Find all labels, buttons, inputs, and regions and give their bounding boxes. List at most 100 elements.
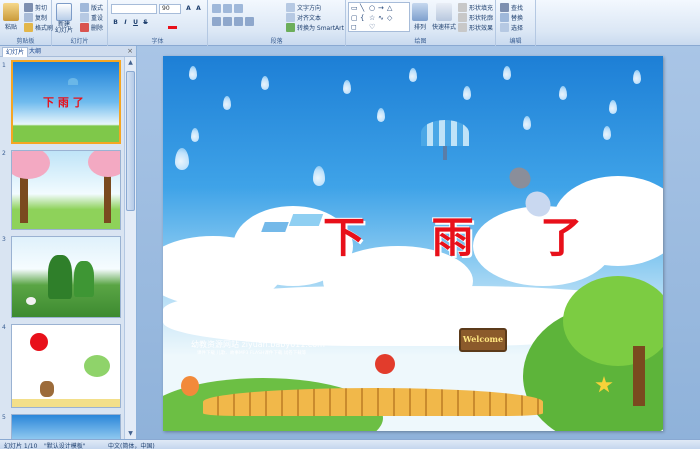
tree-trunk-icon — [20, 173, 28, 223]
format-painter-button[interactable]: 格式刷 — [24, 23, 53, 32]
tree-trunk-icon — [633, 346, 645, 406]
heart-balloon-icon — [505, 163, 535, 193]
strike-button[interactable]: S — [141, 18, 150, 27]
cut-button[interactable]: 剪切 — [24, 3, 47, 12]
bullets-button[interactable] — [212, 4, 243, 13]
shape-star-icon[interactable]: ☆ — [369, 14, 375, 22]
tree-icon — [48, 255, 72, 299]
outline-pen-icon — [458, 13, 467, 22]
shapes-gallery[interactable]: ▭ ╲ ○ → △ ▢ { ☆ ∿ ◇ ◻ ♡ — [348, 2, 410, 32]
shape-diamond-icon[interactable]: ◇ — [387, 14, 392, 22]
thumbnail-scrollbar[interactable]: ▲ ▼ — [124, 57, 136, 439]
delete-slide-button[interactable]: 删除 — [80, 23, 103, 32]
quick-styles-button[interactable]: 快速样式 — [432, 3, 456, 31]
grass-icon — [13, 126, 119, 142]
balloon-icon — [84, 355, 110, 377]
status-bar: 幻灯片 1/10 "默认设计模板" 中文(简体，中国) — [0, 439, 700, 449]
font-label: 字体 — [151, 38, 164, 45]
scroll-up-icon[interactable]: ▲ — [126, 58, 135, 67]
copy-icon — [24, 13, 33, 22]
slides-label: 幻灯片 — [70, 38, 89, 45]
bold-button[interactable]: B — [111, 18, 120, 27]
text-direction-button[interactable]: 文字方向 — [286, 3, 321, 12]
shape-effects-button[interactable]: 形状效果 — [458, 23, 493, 32]
slide-thumbnail-1[interactable]: 下 雨 了 — [11, 60, 121, 144]
tree-canopy-icon — [563, 276, 663, 366]
align-left-icon — [212, 17, 221, 26]
new-slide-button[interactable]: 新建 幻灯片 — [55, 3, 73, 34]
raindrop-icon — [191, 128, 199, 142]
arrange-icon — [412, 3, 428, 21]
raindrop-icon — [503, 66, 511, 80]
slide-number: 1 — [2, 62, 6, 69]
shape-brace-icon[interactable]: { — [360, 14, 364, 22]
scroll-thumb[interactable] — [126, 71, 135, 211]
drawing-label: 绘图 — [414, 38, 427, 45]
font-group: 90 A A B I U S 字体 — [108, 0, 208, 46]
kite-icon — [288, 214, 324, 226]
shrink-font-icon[interactable]: A — [194, 4, 203, 13]
underline-button[interactable]: U — [131, 18, 140, 27]
blossom-tree-icon — [12, 151, 50, 179]
copy-button[interactable]: 复制 — [24, 13, 47, 22]
shape-rect-icon[interactable]: ▭ — [351, 4, 358, 12]
bullets-icon — [212, 4, 221, 13]
raindrop-icon — [261, 76, 269, 90]
slide-title[interactable]: 下 雨 了 — [323, 204, 608, 265]
shape-fill-button[interactable]: 形状填充 — [458, 3, 493, 12]
slide-number: 5 — [2, 414, 6, 421]
shape-arrow-icon[interactable]: → — [378, 4, 384, 12]
shape-oval-icon[interactable]: ○ — [369, 4, 375, 12]
tab-slides[interactable]: 幻灯片 — [2, 47, 29, 57]
smartart-button[interactable]: 转换为 SmartArt — [286, 23, 344, 32]
reset-button[interactable]: 重设 — [80, 13, 103, 22]
thumb-title: 下 雨 了 — [43, 96, 84, 109]
editing-label: 编辑 — [509, 38, 522, 45]
slide-number: 2 — [2, 150, 6, 157]
font-size-field[interactable]: 90 — [159, 4, 181, 14]
shape-curve-icon[interactable]: ∿ — [378, 14, 384, 22]
animal-icon — [26, 297, 36, 305]
justify-icon — [245, 17, 254, 26]
numbering-icon — [223, 4, 232, 13]
shape-heart-icon[interactable]: ♡ — [369, 23, 375, 31]
raindrop-icon — [313, 166, 325, 186]
brush-icon — [24, 23, 33, 32]
find-button[interactable]: 查找 — [500, 3, 523, 12]
replace-button[interactable]: 替换 — [500, 13, 523, 22]
shape-line-icon[interactable]: ╲ — [360, 4, 364, 12]
scroll-down-icon[interactable]: ▼ — [126, 429, 135, 438]
delete-icon — [80, 23, 89, 32]
align-right-icon — [234, 17, 243, 26]
raindrop-icon — [609, 100, 617, 114]
current-slide[interactable]: 下 雨 了 Welcome 幼教资源网站 ziyuan.baby611.com … — [163, 56, 663, 431]
close-icon[interactable]: × — [127, 47, 133, 55]
tab-outline[interactable]: 大纲 — [26, 47, 44, 57]
raindrop-icon — [189, 66, 197, 80]
italic-button[interactable]: I — [121, 18, 130, 27]
shape-callout-icon[interactable]: ◻ — [351, 23, 357, 31]
tree-trunk-icon — [104, 173, 111, 223]
language-indicator[interactable]: 中文(简体，中国) — [108, 441, 155, 449]
shape-outline-button[interactable]: 形状轮廓 — [458, 13, 493, 22]
font-color-icon[interactable] — [168, 26, 177, 29]
slide-thumbnail-3[interactable] — [11, 236, 121, 318]
paste-icon — [3, 3, 19, 21]
clipboard-group: 粘贴 剪切 复制 格式刷 剪贴板 — [0, 0, 53, 46]
arrange-button[interactable]: 排列 — [412, 3, 428, 31]
grow-font-icon[interactable]: A — [184, 4, 193, 13]
slide-thumbnail-2[interactable] — [11, 150, 121, 230]
shape-rounded-icon[interactable]: ▢ — [351, 14, 358, 22]
paste-button[interactable]: 粘贴 — [3, 3, 19, 31]
animal-icon — [40, 381, 54, 397]
select-button[interactable]: 选择 — [500, 23, 523, 32]
shape-triangle-icon[interactable]: △ — [387, 4, 392, 12]
parachute-string-icon — [443, 146, 447, 160]
align-buttons[interactable] — [212, 17, 254, 26]
font-name-field[interactable] — [111, 4, 157, 14]
smartart-icon — [286, 23, 295, 32]
layout-button[interactable]: 版式 — [80, 3, 103, 12]
slide-thumbnail-4[interactable] — [11, 324, 121, 408]
raindrop-icon — [175, 148, 189, 170]
align-text-button[interactable]: 对齐文本 — [286, 13, 321, 22]
